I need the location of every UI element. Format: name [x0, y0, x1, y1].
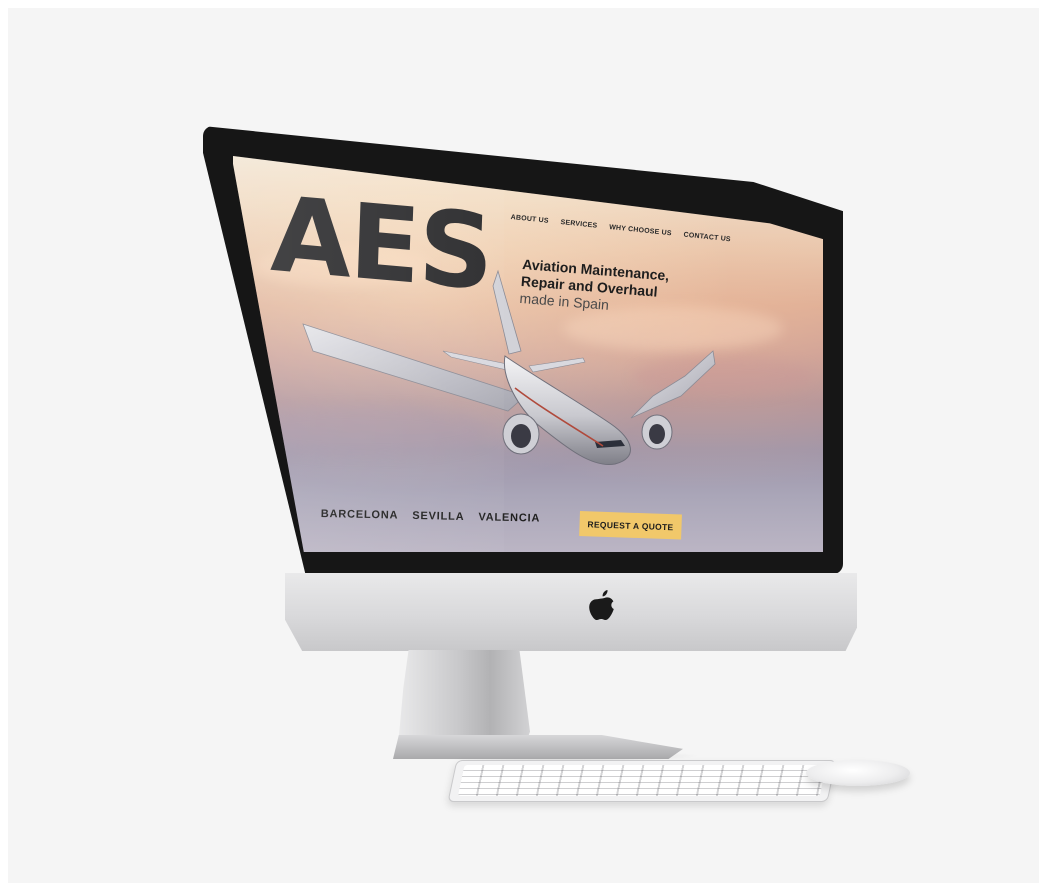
airplane-image [302, 269, 716, 466]
city-sevilla[interactable]: SEVILLA [412, 510, 464, 523]
imac-chin [285, 573, 857, 651]
imac-stand-neck [398, 650, 530, 746]
city-valencia[interactable]: VALENCIA [478, 511, 540, 524]
magic-mouse[interactable] [806, 760, 910, 786]
keyboard[interactable] [447, 760, 837, 802]
request-quote-button[interactable]: REQUEST A QUOTE [579, 511, 682, 540]
apple-logo-icon [589, 590, 614, 620]
keyboard-keys[interactable] [457, 765, 827, 796]
city-barcelona[interactable]: BARCELONA [321, 508, 399, 522]
